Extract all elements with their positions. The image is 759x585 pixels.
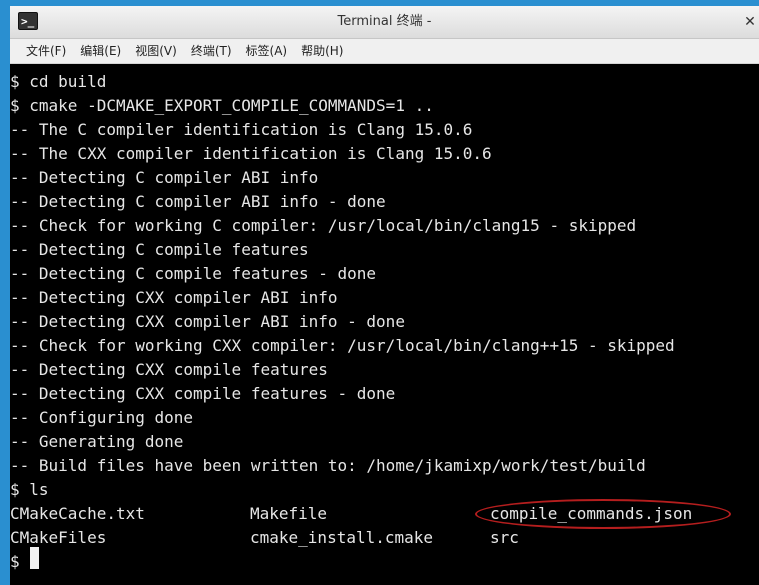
terminal-line: -- Configuring done (10, 408, 194, 427)
close-icon[interactable]: ✕ (741, 13, 759, 31)
terminal-line: -- Check for working C compiler: /usr/lo… (10, 216, 637, 235)
ls-entry-cmake-install: cmake_install.cmake (250, 528, 434, 547)
terminal-line: -- Detecting CXX compile features - done (10, 384, 396, 403)
terminal-line: -- Detecting CXX compiler ABI info (10, 288, 338, 307)
shell-prompt: $ (10, 552, 20, 571)
terminal-line: -- The C compiler identification is Clan… (10, 120, 473, 139)
terminal-line: -- Detecting C compile features (10, 240, 309, 259)
menu-file[interactable]: 文件(F) (19, 39, 73, 63)
terminal-line: $ cmake -DCMAKE_EXPORT_COMPILE_COMMANDS=… (10, 96, 434, 115)
menu-terminal[interactable]: 终端(T) (184, 39, 239, 63)
window-title: Terminal 终端 - (337, 14, 432, 29)
terminal-line: -- Detecting CXX compile features (10, 360, 328, 379)
ls-entry-makefile: Makefile (250, 504, 328, 523)
ls-entry-src: src (490, 528, 519, 547)
terminal-line: -- Build files have been written to: /ho… (10, 456, 646, 475)
ls-entry-cmakecache: CMakeCache.txt (10, 504, 145, 523)
menu-view[interactable]: 视图(V) (128, 39, 184, 63)
text-cursor (30, 547, 39, 569)
menu-help[interactable]: 帮助(H) (294, 39, 350, 63)
terminal-line: -- Detecting C compiler ABI info - done (10, 192, 386, 211)
terminal-window: >_ Terminal 终端 - ✕ 文件(F) 编辑(E) 视图(V) 终端(T) 标… (10, 6, 759, 585)
terminal-line: -- Detecting C compile features - done (10, 264, 377, 283)
terminal-line: -- The CXX compiler identification is Cl… (10, 144, 492, 163)
terminal-line: $ cd build (10, 72, 107, 91)
terminal-line: -- Generating done (10, 432, 184, 451)
title-bar[interactable]: >_ Terminal 终端 - ✕ (10, 6, 759, 39)
terminal-line: $ ls (10, 480, 49, 499)
terminal-line: -- Detecting CXX compiler ABI info - don… (10, 312, 405, 331)
terminal-line: -- Check for working CXX compiler: /usr/… (10, 336, 675, 355)
menu-tabs[interactable]: 标签(A) (239, 39, 295, 63)
highlight-ellipse (475, 499, 731, 529)
menu-edit[interactable]: 编辑(E) (73, 39, 128, 63)
ls-entry-cmakefiles: CMakeFiles (10, 528, 107, 547)
terminal-output[interactable]: $ cd build $ cmake -DCMAKE_EXPORT_COMPIL… (10, 64, 759, 585)
menu-bar: 文件(F) 编辑(E) 视图(V) 终端(T) 标签(A) 帮助(H) (10, 39, 759, 64)
terminal-line: -- Detecting C compiler ABI info (10, 168, 319, 187)
